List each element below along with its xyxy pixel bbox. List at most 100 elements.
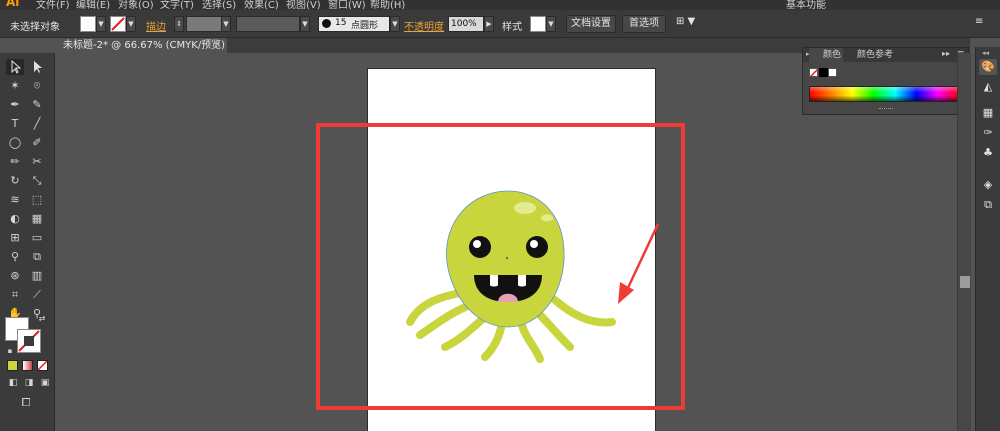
panel-resize-handle[interactable] xyxy=(879,108,893,111)
fill-dropdown[interactable]: ▼ xyxy=(96,16,106,32)
none-mode-icon[interactable] xyxy=(37,360,48,371)
brushes-icon[interactable]: ✑ xyxy=(979,125,997,141)
pencil-icon[interactable]: ✏ xyxy=(6,154,24,170)
white-swatch[interactable] xyxy=(828,68,837,77)
document-setup-button[interactable]: 文档设置 xyxy=(566,15,616,33)
profile-dropdown[interactable]: ▼ xyxy=(300,16,310,32)
shape-builder-icon[interactable]: ◐ xyxy=(6,211,24,227)
symbol-sprayer-icon[interactable]: ⊛ xyxy=(6,268,24,284)
rotate-icon[interactable]: ↻ xyxy=(6,173,24,189)
menu-object[interactable]: 对象(O) xyxy=(118,0,154,10)
symbols-icon[interactable]: ♣ xyxy=(979,145,997,161)
head-highlight-large xyxy=(514,202,536,214)
color-panel-icon[interactable]: 🎨 xyxy=(979,59,997,75)
style-label: 样式 xyxy=(502,22,522,33)
brush-dot-icon xyxy=(322,19,331,28)
paintbrush-icon[interactable]: ✐ xyxy=(28,135,46,151)
vertical-scrollbar[interactable] xyxy=(957,53,971,431)
close-tab-icon[interactable]: ✕ xyxy=(213,38,221,53)
tab-color[interactable]: 颜色 xyxy=(809,48,843,62)
graphic-style-swatch[interactable] xyxy=(530,16,546,32)
dock-expand-icon[interactable]: ◂◂ xyxy=(982,49,989,57)
stroke-color-box[interactable] xyxy=(17,329,41,353)
document-tab[interactable]: 未标题-2* @ 66.67% (CMYK/预览) ✕ xyxy=(55,38,227,53)
opacity-dropdown[interactable]: ▶ xyxy=(484,16,494,32)
column-graph-icon[interactable]: ▥ xyxy=(28,268,46,284)
stroke-weight-field[interactable] xyxy=(186,16,222,32)
line-tool-icon[interactable]: ╱ xyxy=(28,116,46,132)
brush-shape: 点圆形 xyxy=(351,21,379,31)
app-logo: Ai xyxy=(6,0,20,9)
scissors-icon[interactable]: ✂ xyxy=(28,154,46,170)
none-color-swatch[interactable] xyxy=(809,68,819,78)
stroke-swatch[interactable] xyxy=(110,16,126,32)
color-spectrum[interactable] xyxy=(809,86,960,102)
stroke-dropdown[interactable]: ▼ xyxy=(126,16,136,32)
black-swatch[interactable] xyxy=(819,68,828,77)
octopus-illustration[interactable] xyxy=(400,185,630,370)
direct-selection-tool-icon[interactable] xyxy=(28,59,46,75)
menu-edit[interactable]: 编辑(E) xyxy=(76,0,110,10)
panel-expand-icon[interactable]: ▸▸ xyxy=(942,49,950,58)
selection-tool-icon[interactable] xyxy=(6,59,24,75)
eyedropper-icon[interactable]: ⚲ xyxy=(6,249,24,265)
opacity-label[interactable]: 不透明度 xyxy=(404,18,444,33)
ellipse-tool-icon[interactable]: ◯ xyxy=(6,135,24,151)
layers-icon[interactable]: ◈ xyxy=(979,177,997,193)
variable-width-profile[interactable] xyxy=(236,16,300,32)
magic-wand-icon[interactable]: ✶ xyxy=(6,78,24,94)
brush-dropdown[interactable]: ▼ xyxy=(390,16,400,32)
brush-size: 15 xyxy=(335,18,347,28)
curvature-tool-icon[interactable]: ✎ xyxy=(28,97,46,113)
slice-tool-icon[interactable]: ⟋ xyxy=(28,287,46,303)
screen-mode-icon[interactable]: ⧠ xyxy=(17,395,35,411)
toolbox: ✶ ⌾ ✒ ✎ T ╱ ◯ ✐ ✏ ✂ ↻ ⤡ ≋ ⬚ ◐ ▦ ⊞ ▭ ⚲ ⧉ … xyxy=(0,53,55,431)
color-panel-tabs: ▸ 颜色 颜色参考 ▸▸ ≡ xyxy=(803,48,968,62)
gradient-tool-icon[interactable]: ▭ xyxy=(28,230,46,246)
menu-window[interactable]: 窗口(W) xyxy=(328,0,366,10)
menu-bar: Ai 文件(F) 编辑(E) 对象(O) 文字(T) 选择(S) 效果(C) 视… xyxy=(0,0,1000,10)
color-guide-icon[interactable]: ◭ xyxy=(979,79,997,95)
menu-select[interactable]: 选择(S) xyxy=(202,0,236,10)
lasso-icon[interactable]: ⌾ xyxy=(28,78,46,94)
color-mode-icon[interactable] xyxy=(7,360,18,371)
stroke-weight-dropdown[interactable]: ▼ xyxy=(221,16,231,32)
menu-effect[interactable]: 效果(C) xyxy=(244,0,279,10)
graphic-style-dropdown[interactable]: ▼ xyxy=(546,16,556,32)
brush-definition[interactable]: 15 点圆形 xyxy=(318,16,390,32)
tab-color-guide[interactable]: 颜色参考 xyxy=(843,48,903,62)
control-bar: 未选择对象 ▼ ▼ 描边 ⇕ ▼ ▼ 15 点圆形 ▼ 不透明度 100% ▶ … xyxy=(0,10,1000,38)
menu-file[interactable]: 文件(F) xyxy=(36,0,70,10)
right-eye xyxy=(526,236,548,258)
artboards-icon[interactable]: ⧉ xyxy=(979,197,997,213)
workspace-switcher[interactable]: 基本功能 xyxy=(786,0,826,10)
fill-swatch[interactable] xyxy=(80,16,96,32)
stroke-label[interactable]: 描边 xyxy=(146,18,166,33)
pen-tool-icon[interactable]: ✒ xyxy=(6,97,24,113)
preferences-button[interactable]: 首选项 xyxy=(622,15,666,33)
perspective-grid-icon[interactable]: ▦ xyxy=(28,211,46,227)
control-panel-menu-icon[interactable]: ≡ xyxy=(975,16,983,27)
artboard-tool-icon[interactable]: ⌗ xyxy=(6,287,24,303)
type-tool-icon[interactable]: T xyxy=(6,116,24,132)
default-colors-icon[interactable]: ▪ xyxy=(1,343,19,359)
none-stroke-icon xyxy=(18,330,40,352)
document-tab-title: 未标题-2* @ 66.67% (CMYK/预览) xyxy=(63,40,226,51)
blend-tool-icon[interactable]: ⧉ xyxy=(28,249,46,265)
menu-view[interactable]: 视图(V) xyxy=(286,0,321,10)
gradient-mode-icon[interactable] xyxy=(22,360,33,371)
arrange-documents-icon[interactable]: ⊞ ▼ xyxy=(676,16,695,27)
menu-type[interactable]: 文字(T) xyxy=(160,0,194,10)
scrollbar-thumb[interactable] xyxy=(960,276,970,288)
free-transform-icon[interactable]: ⬚ xyxy=(28,192,46,208)
opacity-field[interactable]: 100% xyxy=(448,16,484,32)
draw-inside-icon[interactable]: ▣ xyxy=(36,375,54,391)
swatches-icon[interactable]: ▦ xyxy=(979,105,997,121)
mesh-tool-icon[interactable]: ⊞ xyxy=(6,230,24,246)
warp-tool-icon[interactable]: ≋ xyxy=(6,192,24,208)
menu-help[interactable]: 帮助(H) xyxy=(370,0,405,10)
right-panel-dock: ◂◂ 🎨 ◭ ▦ ✑ ♣ ◈ ⧉ xyxy=(975,47,1000,431)
swap-colors-icon[interactable]: ⇄ xyxy=(33,311,51,327)
scale-icon[interactable]: ⤡ xyxy=(28,173,46,189)
stroke-weight-stepper[interactable]: ⇕ xyxy=(174,16,184,32)
